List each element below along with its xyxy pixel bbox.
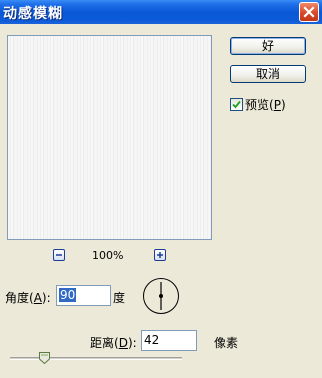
distance-label: 距离(D): — [90, 336, 137, 350]
plus-icon — [157, 252, 163, 258]
preview-checkbox[interactable] — [230, 98, 243, 111]
close-button[interactable] — [299, 2, 319, 22]
angle-unit: 度 — [113, 291, 126, 305]
ok-button[interactable]: 好 — [230, 37, 306, 55]
preview-option[interactable]: 预览(P) — [230, 96, 286, 113]
title-bar: 动感模糊 — [0, 0, 322, 24]
preview-label: 预览(P) — [245, 98, 286, 112]
angle-label: 角度(A): — [5, 291, 51, 305]
checkmark-icon — [232, 100, 241, 109]
distance-value: 42 — [144, 333, 160, 347]
angle-value: 90 — [59, 288, 77, 302]
distance-slider-thumb[interactable] — [39, 352, 50, 365]
angle-input[interactable]: 90 — [56, 285, 111, 306]
distance-unit: 像素 — [214, 336, 239, 350]
zoom-in-button[interactable] — [154, 249, 166, 261]
minus-icon — [56, 254, 62, 256]
angle-needle-icon — [159, 282, 163, 310]
window-title: 动感模糊 — [3, 6, 63, 22]
zoom-level: 100% — [92, 249, 124, 262]
angle-dial[interactable] — [143, 278, 179, 314]
distance-slider-track[interactable] — [10, 357, 182, 360]
cancel-button[interactable]: 取消 — [230, 65, 306, 83]
blur-preview[interactable] — [7, 35, 212, 240]
distance-input[interactable]: 42 — [141, 330, 197, 351]
zoom-out-button[interactable] — [53, 249, 65, 261]
close-icon — [303, 6, 315, 18]
slider-thumb-icon — [39, 352, 50, 365]
